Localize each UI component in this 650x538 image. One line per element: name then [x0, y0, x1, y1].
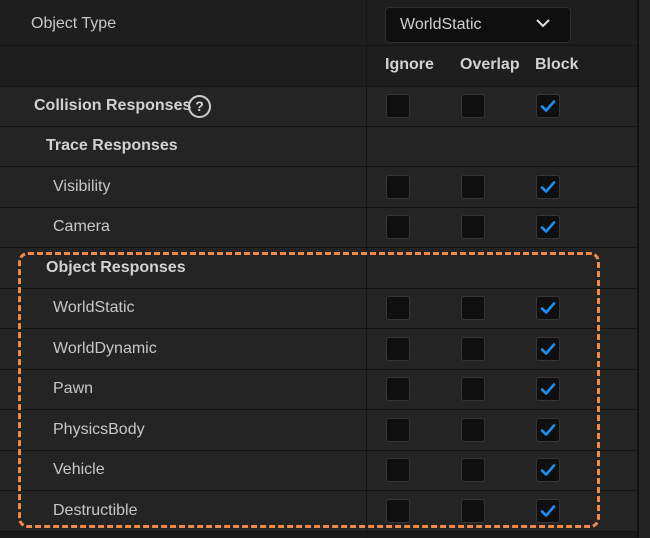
overlap-checkbox[interactable] — [461, 377, 485, 401]
block-checkbox[interactable] — [536, 215, 560, 239]
object-item-label: Vehicle — [53, 461, 105, 478]
overlap-checkbox[interactable] — [461, 418, 485, 442]
checkmark-icon — [540, 424, 556, 436]
column-divider[interactable] — [366, 0, 367, 538]
block-checkbox[interactable] — [536, 94, 560, 118]
ignore-checkbox[interactable] — [386, 458, 410, 482]
collision-responses-label: Collision Responses — [34, 97, 192, 114]
column-header-ignore: Ignore — [385, 56, 434, 73]
ignore-checkbox[interactable] — [386, 377, 410, 401]
overlap-checkbox[interactable] — [461, 94, 485, 118]
ignore-checkbox[interactable] — [386, 499, 410, 523]
ignore-checkbox[interactable] — [386, 337, 410, 361]
overlap-checkbox[interactable] — [461, 215, 485, 239]
checkmark-icon — [540, 464, 556, 476]
object-item-label: Destructible — [53, 502, 138, 519]
checkmark-icon — [540, 383, 556, 395]
chevron-down-icon — [536, 19, 550, 28]
block-checkbox[interactable] — [536, 418, 560, 442]
object-responses-label: Object Responses — [46, 259, 186, 276]
checkmark-icon — [540, 181, 556, 193]
overlap-checkbox[interactable] — [461, 458, 485, 482]
scrollbar-track[interactable] — [639, 0, 650, 538]
block-checkbox[interactable] — [536, 377, 560, 401]
column-header-overlap: Overlap — [460, 56, 520, 73]
checkmark-icon — [540, 221, 556, 233]
block-checkbox[interactable] — [536, 175, 560, 199]
object-type-value: WorldStatic — [400, 16, 482, 33]
help-icon[interactable]: ? — [188, 95, 211, 118]
trace-responses-label: Trace Responses — [46, 137, 178, 154]
checkmark-icon — [540, 343, 556, 355]
object-type-label: Object Type — [31, 15, 117, 32]
overlap-checkbox[interactable] — [461, 175, 485, 199]
block-checkbox[interactable] — [536, 296, 560, 320]
checkmark-icon — [540, 302, 556, 314]
block-checkbox[interactable] — [536, 337, 560, 361]
checkmark-icon — [540, 100, 556, 112]
collision-settings-panel: Object Type WorldStatic Ignore Overlap B… — [0, 0, 650, 538]
ignore-checkbox[interactable] — [386, 175, 410, 199]
object-item-label: WorldStatic — [53, 299, 135, 316]
ignore-checkbox[interactable] — [386, 418, 410, 442]
ignore-checkbox[interactable] — [386, 296, 410, 320]
ignore-checkbox[interactable] — [386, 94, 410, 118]
overlap-checkbox[interactable] — [461, 296, 485, 320]
overlap-checkbox[interactable] — [461, 499, 485, 523]
checkmark-icon — [540, 505, 556, 517]
object-item-label: PhysicsBody — [53, 421, 145, 438]
trace-item-label: Visibility — [53, 178, 111, 195]
block-checkbox[interactable] — [536, 499, 560, 523]
column-header-block: Block — [535, 56, 579, 73]
trace-item-label: Camera — [53, 218, 110, 235]
object-type-dropdown[interactable]: WorldStatic — [385, 7, 571, 43]
ignore-checkbox[interactable] — [386, 215, 410, 239]
object-item-label: Pawn — [53, 380, 94, 397]
block-checkbox[interactable] — [536, 458, 560, 482]
overlap-checkbox[interactable] — [461, 337, 485, 361]
object-item-label: WorldDynamic — [53, 340, 157, 357]
